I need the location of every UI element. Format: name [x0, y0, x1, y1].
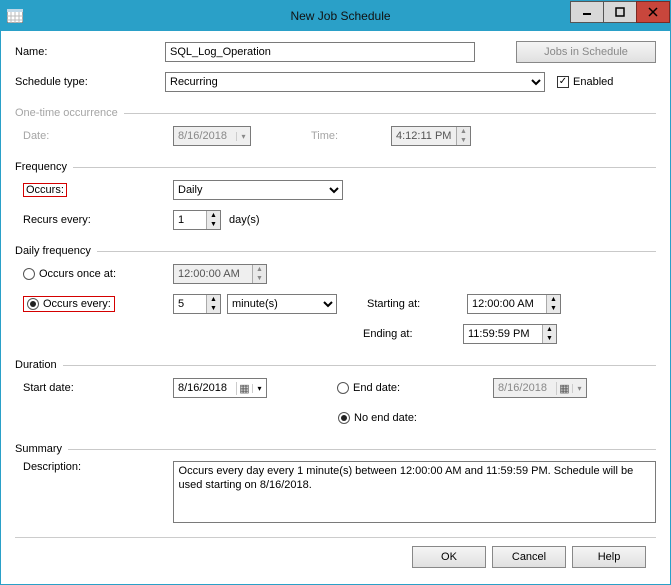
recurs-every-label: Recurs every: [23, 214, 173, 226]
occurs-every-spinner[interactable]: ▲▼ [173, 294, 221, 314]
recurs-every-unit: day(s) [229, 214, 260, 226]
ok-button[interactable]: OK [412, 546, 486, 568]
onetime-time-label: Time: [311, 130, 391, 142]
occurs-once-time: ▲▼ [173, 264, 267, 284]
window-title: New Job Schedule [31, 9, 650, 23]
starting-at-label: Starting at: [367, 298, 467, 310]
cancel-button[interactable]: Cancel [492, 546, 566, 568]
end-date-label: End date: [353, 382, 453, 394]
onetime-time-field: ▲▼ [391, 126, 471, 146]
starting-at-time[interactable]: ▲▼ [467, 294, 561, 314]
group-duration: Duration [15, 359, 656, 371]
app-icon [7, 9, 23, 23]
description-label: Description: [23, 461, 173, 473]
dialog-body: Name: Jobs in Schedule Schedule type: Re… [1, 31, 670, 584]
occurs-label: Occurs: [23, 183, 67, 197]
group-onetime: One-time occurrence [15, 107, 656, 119]
group-daily-frequency: Daily frequency [15, 245, 656, 257]
ending-at-label: Ending at: [363, 328, 463, 340]
description-text[interactable] [173, 461, 656, 523]
maximize-button[interactable] [603, 1, 637, 23]
schedule-type-label: Schedule type: [15, 76, 165, 88]
close-button[interactable] [636, 1, 670, 23]
jobs-in-schedule-button[interactable]: Jobs in Schedule [516, 41, 656, 63]
recurs-every-spinner[interactable]: ▲▼ [173, 210, 221, 230]
dialog-footer: OK Cancel Help [15, 540, 656, 578]
start-date-field[interactable]: 8/16/2018▦▾ [173, 378, 267, 398]
no-end-date-label: No end date: [354, 412, 417, 424]
enabled-label: Enabled [573, 76, 613, 88]
onetime-date-label: Date: [23, 130, 173, 142]
occurs-once-label: Occurs once at: [39, 268, 116, 280]
start-date-label: Start date: [23, 382, 173, 394]
occurs-once-radio[interactable] [23, 268, 35, 280]
group-summary: Summary [15, 443, 656, 455]
name-input[interactable] [165, 42, 475, 62]
no-end-date-radio[interactable] [338, 412, 350, 424]
name-label: Name: [15, 46, 165, 58]
help-button[interactable]: Help [572, 546, 646, 568]
ending-at-time[interactable]: ▲▼ [463, 324, 557, 344]
calendar-icon: ▦ [236, 382, 252, 395]
minimize-button[interactable] [570, 1, 604, 23]
enabled-checkbox[interactable]: ✓ [557, 76, 569, 88]
occurs-every-label: Occurs every: [43, 298, 111, 310]
window-controls [571, 1, 670, 23]
occurs-select[interactable]: Daily [173, 180, 343, 200]
occurs-label-wrap: Occurs: [23, 184, 173, 196]
onetime-date-field: 8/16/2018▾ [173, 126, 251, 146]
schedule-type-select[interactable]: Recurring [165, 72, 545, 92]
occurs-every-unit-select[interactable]: minute(s) [227, 294, 337, 314]
group-frequency: Frequency [15, 161, 656, 173]
titlebar[interactable]: New Job Schedule [1, 1, 670, 31]
spin-down-icon: ▼ [457, 136, 470, 145]
dialog-window: New Job Schedule Name: Jobs in Schedule … [0, 0, 671, 585]
end-date-field: 8/16/2018▦▾ [493, 378, 587, 398]
end-date-radio[interactable] [337, 382, 349, 394]
occurs-every-radio[interactable] [27, 298, 39, 310]
spin-up-icon: ▲ [457, 127, 470, 136]
